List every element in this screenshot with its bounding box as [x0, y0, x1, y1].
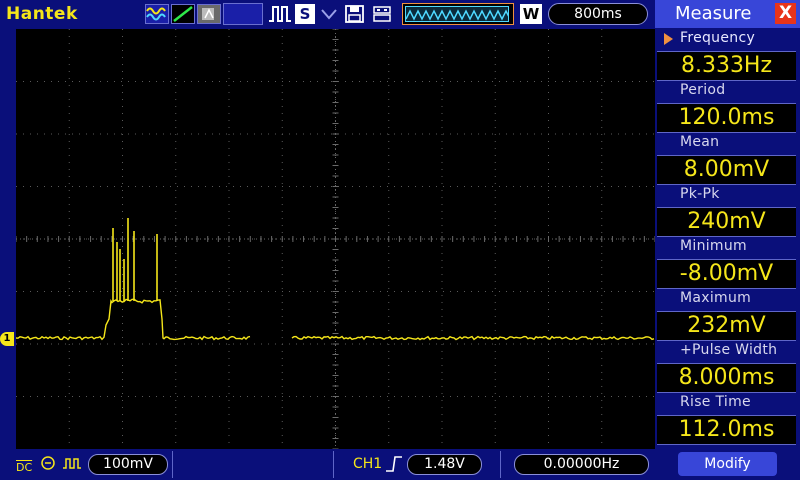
- measure-label-pk-pk[interactable]: Pk-Pk: [680, 186, 720, 202]
- measure-label-maximum[interactable]: Maximum: [680, 290, 751, 306]
- timebase-readout[interactable]: 800ms: [548, 3, 648, 25]
- bottom-status-bar: DC 100mV CH1 1.48V 0.00000Hz: [0, 449, 655, 480]
- status-field: [223, 3, 263, 25]
- waveform-display[interactable]: [15, 28, 656, 450]
- pulse-icon[interactable]: [268, 4, 292, 24]
- slope-icon[interactable]: [171, 4, 195, 24]
- trigger-slope-icon: [385, 455, 403, 477]
- measure-label-minimum[interactable]: Minimum: [680, 238, 747, 254]
- measure-value-maximum: 232mV: [657, 311, 796, 341]
- measure-panel: Measure X Frequency 8.333Hz Period 120.0…: [655, 0, 800, 480]
- top-status-bar: Hantek S W 800ms: [0, 0, 655, 29]
- measure-value-pulse-width: 8.000ms: [657, 363, 796, 393]
- measure-value-frequency: 8.333Hz: [657, 51, 796, 81]
- measure-title: Measure: [675, 3, 752, 24]
- measure-value-period: 120.0ms: [657, 103, 796, 133]
- modify-button[interactable]: Modify: [678, 452, 777, 476]
- probe-icon: [40, 455, 56, 475]
- bandwidth-icon: [62, 455, 82, 475]
- run-stop-button[interactable]: S: [295, 4, 315, 24]
- waveform-trace-segment-1: [15, 298, 251, 341]
- trigger-level[interactable]: 1.48V: [407, 454, 482, 475]
- selected-arrow-icon: [664, 33, 673, 45]
- measure-label-frequency[interactable]: Frequency: [680, 30, 755, 46]
- measure-label-period[interactable]: Period: [680, 82, 725, 98]
- waveform-mode-icon[interactable]: [145, 4, 169, 24]
- trigger-mode-badge[interactable]: W: [520, 4, 542, 24]
- bottom-divider-1: [172, 451, 173, 478]
- persistence-icon[interactable]: [197, 4, 221, 24]
- bottom-divider-2: [333, 451, 334, 478]
- ch1-volts-div[interactable]: 100mV: [88, 454, 168, 475]
- close-button[interactable]: X: [775, 3, 796, 24]
- memory-depth-bar: [402, 3, 514, 25]
- measure-value-mean: 8.00mV: [657, 155, 796, 185]
- bottom-divider-3: [500, 451, 501, 478]
- measure-label-mean[interactable]: Mean: [680, 134, 719, 150]
- ch1-coupling-label: DC: [16, 461, 33, 474]
- measure-panel-header: Measure X: [655, 0, 800, 28]
- measure-value-pk-pk: 240mV: [657, 207, 796, 237]
- measure-value-minimum: -8.00mV: [657, 259, 796, 289]
- autoset-icon[interactable]: [320, 4, 338, 24]
- waveform-trace-segment-2: [291, 335, 655, 341]
- trigger-source-label: CH1: [353, 456, 383, 472]
- usb-icon[interactable]: [371, 4, 395, 24]
- measure-value-rise-time: 112.0ms: [657, 415, 796, 445]
- scope-graticule: [15, 28, 656, 450]
- trigger-frequency[interactable]: 0.00000Hz: [514, 454, 649, 475]
- left-frame: [0, 29, 16, 449]
- channel-1-marker[interactable]: 1: [0, 332, 14, 346]
- measure-label-rise-time[interactable]: Rise Time: [680, 394, 751, 410]
- save-icon[interactable]: [344, 4, 366, 24]
- measure-label-pulse-width[interactable]: +Pulse Width: [680, 342, 777, 358]
- brand-logo: Hantek: [6, 4, 78, 24]
